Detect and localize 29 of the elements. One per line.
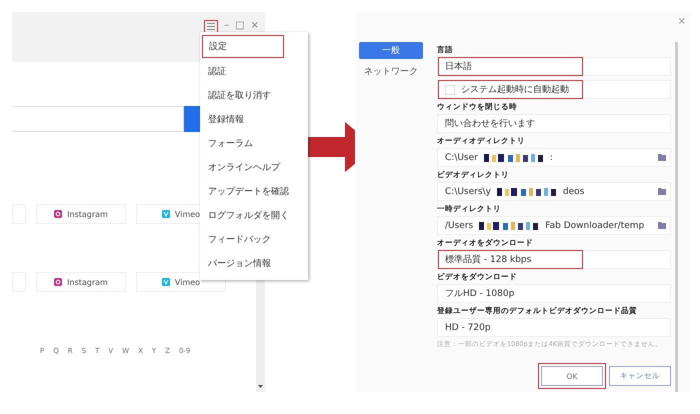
path-field[interactable]: C:\Users\y deos xyxy=(437,182,671,201)
settings-tab[interactable]: 一般 xyxy=(359,42,423,59)
settings-tab[interactable]: ネットワーク xyxy=(359,63,423,80)
path-text: /Users xyxy=(445,220,474,230)
select-field[interactable]: フルHD - 1080p xyxy=(437,284,671,303)
path-text: C:\User xyxy=(445,152,478,162)
menu-item[interactable]: アップデートを確認 xyxy=(200,181,308,202)
menu-item[interactable]: オンラインヘルプ xyxy=(200,157,308,178)
autostart-option[interactable]: システム起動時に自動起動 xyxy=(437,80,671,99)
select-field[interactable]: 日本語 xyxy=(437,57,671,76)
path-field[interactable]: C:\User : xyxy=(437,148,671,167)
site-button[interactable]: Instagram xyxy=(36,204,126,224)
select-field[interactable]: HD - 720p xyxy=(437,318,671,337)
menu-item[interactable]: フィードバック xyxy=(200,229,308,250)
select-field[interactable]: 標準品質 - 128 kbps xyxy=(437,250,671,269)
site-button[interactable]: Instagram xyxy=(36,272,126,292)
menu-item[interactable]: フォーラム xyxy=(200,133,308,154)
path-text: Fab Downloader/temp xyxy=(545,220,644,230)
menu-item[interactable]: 認証を取り消す xyxy=(200,85,308,106)
select-field[interactable]: 問い合わせを行います xyxy=(437,114,671,133)
menu-item[interactable]: 登録情報 xyxy=(200,109,308,130)
menu-item[interactable]: 認証 xyxy=(200,61,308,82)
path-field[interactable]: /Users Fab Downloader/temp xyxy=(437,216,671,235)
path-text: C:\Users\y xyxy=(445,186,491,196)
menu-item[interactable]: バージョン情報 xyxy=(200,253,308,274)
checkbox-label: システム起動時に自動起動 xyxy=(461,84,569,96)
path-text: deos xyxy=(562,186,584,196)
path-text: : xyxy=(550,152,553,162)
menu-item[interactable]: 設定 xyxy=(202,35,284,58)
